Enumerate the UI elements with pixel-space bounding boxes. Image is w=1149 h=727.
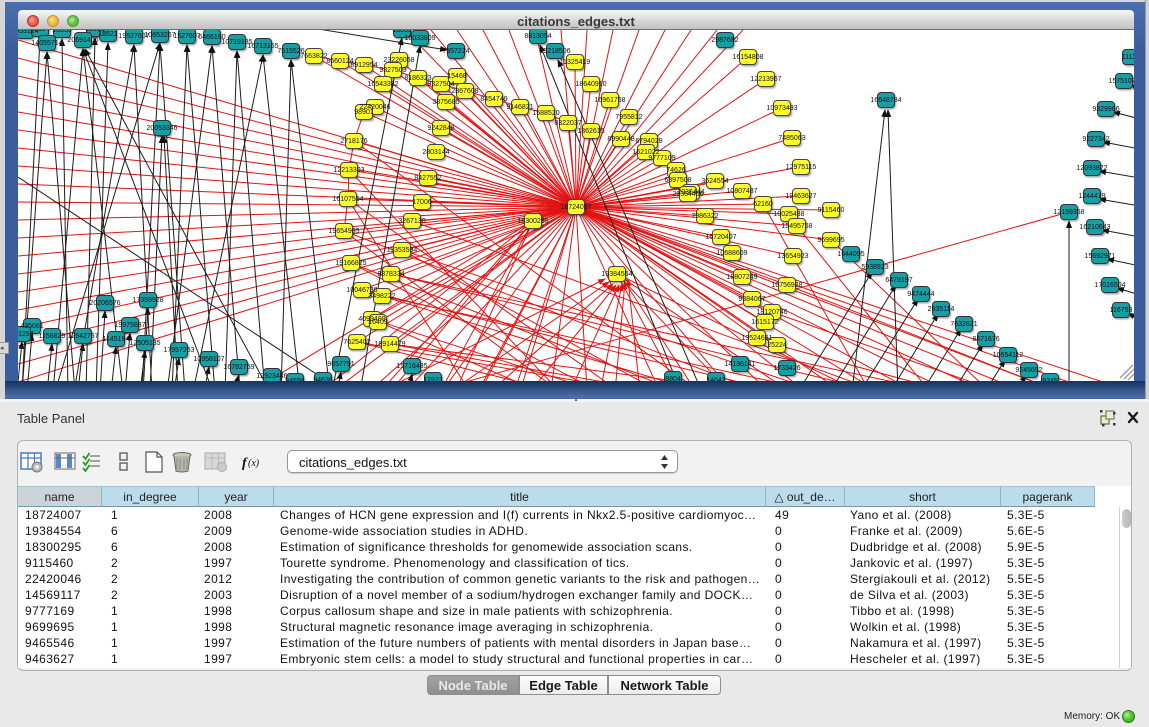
svg-text:(x): (x): [248, 458, 260, 469]
